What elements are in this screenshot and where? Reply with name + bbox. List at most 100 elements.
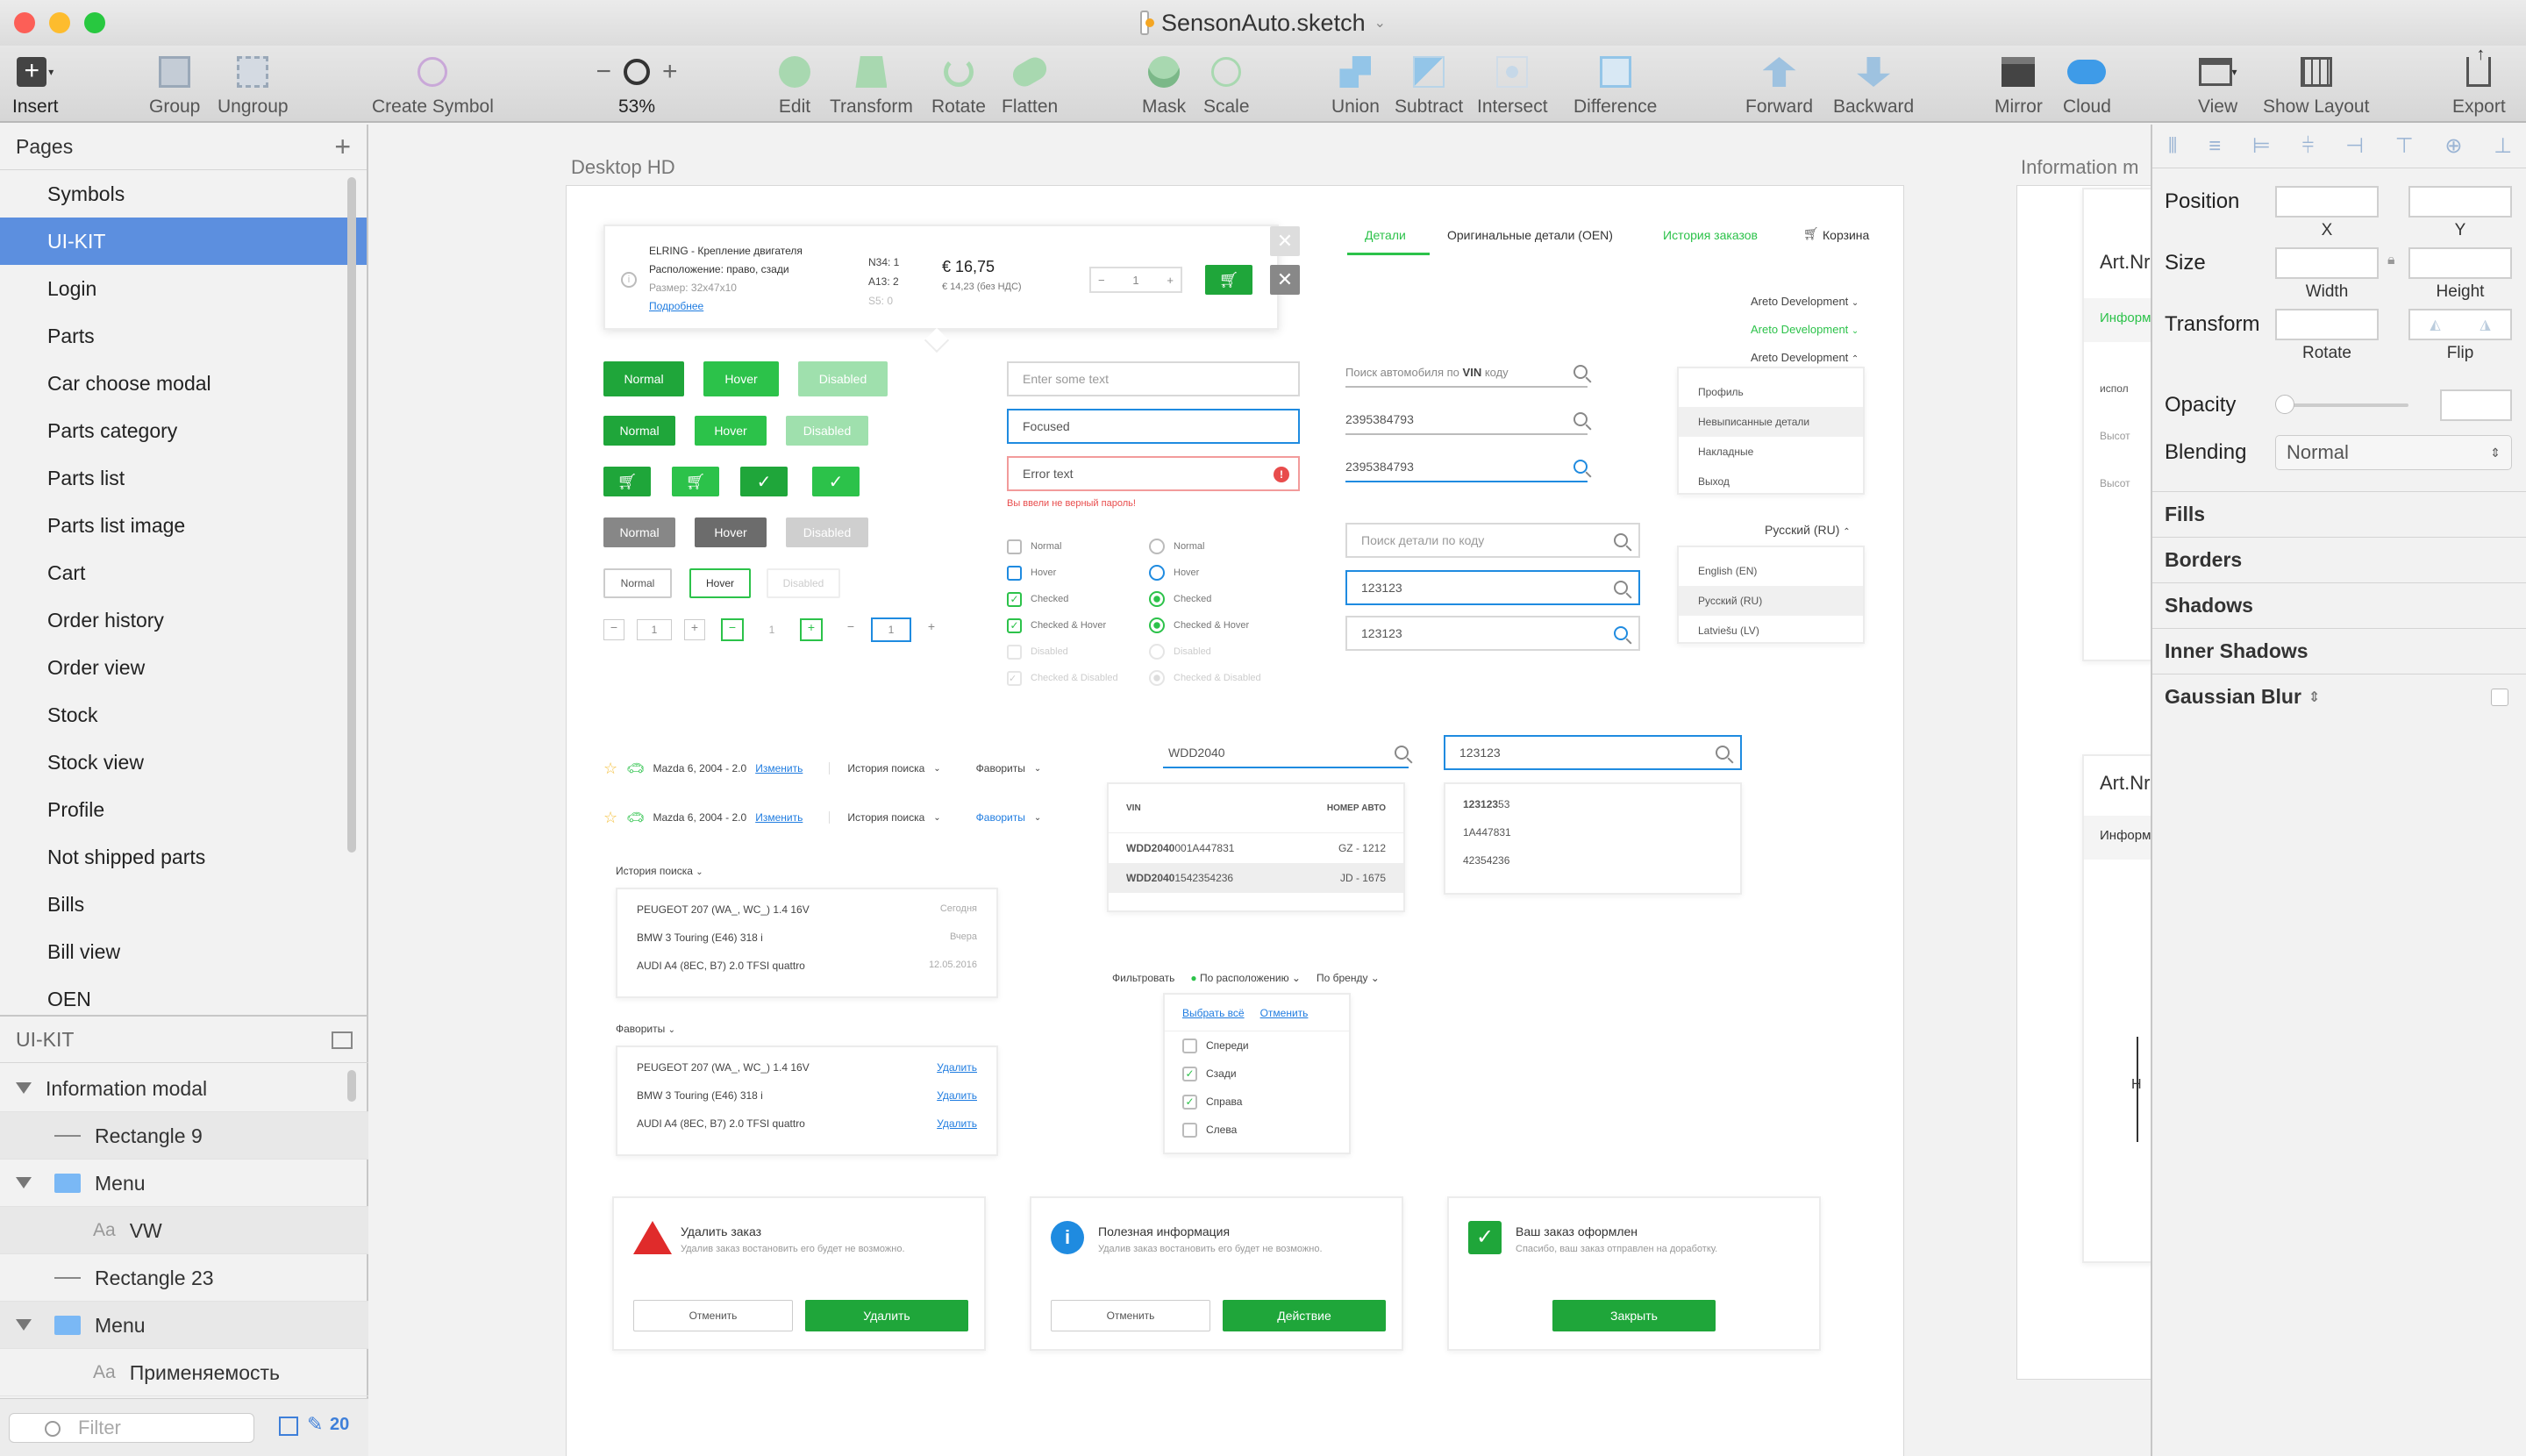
minus-icon[interactable]: − xyxy=(603,619,624,640)
hover-button[interactable]: Hover xyxy=(695,416,767,446)
align-left-icon[interactable]: ⊨ xyxy=(2252,133,2271,159)
favorites-dropdown[interactable]: Фавориты ⌄ xyxy=(616,1023,675,1035)
checkbox[interactable]: ✓ Checked & Hover xyxy=(1007,612,1138,639)
modal-primary-button[interactable]: Действие xyxy=(1223,1300,1386,1331)
page-item[interactable]: Stock view xyxy=(0,739,367,786)
quantity-stepper-hover[interactable]: − 1 + xyxy=(721,617,823,642)
tab-order-history[interactable]: История заказов xyxy=(1663,228,1758,242)
pages-list[interactable]: Symbols UI-KIT Login Parts Car choose modal P… xyxy=(0,170,367,1061)
more-link[interactable]: Подробнее xyxy=(649,297,803,316)
hover-button[interactable]: Hover xyxy=(695,517,767,547)
inspector-section-fills[interactable]: Fills xyxy=(2152,491,2526,537)
page-item[interactable]: Profile xyxy=(0,786,367,833)
inspector-section-inner-shadows[interactable]: Inner Shadows xyxy=(2152,628,2526,674)
quantity-stepper[interactable]: − 1 + xyxy=(603,617,705,642)
change-car-link[interactable]: Изменить xyxy=(755,811,803,824)
favorite-row[interactable]: PEUGEOT 207 (WA_, WC_) 1.4 16V Удалить xyxy=(637,1061,977,1089)
layer-item[interactable]: Aa VW xyxy=(0,1207,368,1254)
ungroup-button[interactable]: Ungroup xyxy=(218,46,289,123)
page-item[interactable]: Car choose modal xyxy=(0,360,367,407)
hover-button[interactable]: Hover xyxy=(689,568,751,598)
align-middle-icon[interactable]: ⊕ xyxy=(2444,133,2462,159)
close-icon[interactable]: ✕ xyxy=(1270,265,1300,295)
rotate-field[interactable] xyxy=(2275,309,2379,340)
normal-button[interactable]: Normal xyxy=(603,416,675,446)
hover-button[interactable]: Hover xyxy=(703,361,779,396)
vin-search-input[interactable]: Поиск автомобиля по VIN коду xyxy=(1345,358,1588,388)
radio-button[interactable]: Hover xyxy=(1149,560,1281,586)
tab-details[interactable]: Детали xyxy=(1365,228,1406,242)
checkbox[interactable]: Normal xyxy=(1007,533,1138,560)
checkbox[interactable]: Hover xyxy=(1007,560,1138,586)
search-icon[interactable] xyxy=(1716,746,1730,760)
code-search-input[interactable]: Поиск детали по коду xyxy=(1345,523,1640,558)
delete-link[interactable]: Удалить xyxy=(937,1089,977,1117)
group-button[interactable]: Group xyxy=(149,46,200,123)
intersect-button[interactable]: Intersect xyxy=(1477,46,1548,123)
add-page-icon[interactable]: + xyxy=(334,131,351,163)
flip-vertical-icon[interactable]: ◮ xyxy=(2480,316,2490,333)
artboard-title[interactable]: Information m xyxy=(2021,156,2139,179)
filter-by-location[interactable]: ● По расположению ⌄ xyxy=(1190,972,1301,984)
vin-result-row[interactable]: WDD2040001A447831 GZ - 1212 xyxy=(1109,833,1403,863)
star-icon[interactable]: ☆ xyxy=(603,760,617,778)
check-button[interactable]: ✓ xyxy=(812,467,860,496)
layer-item[interactable]: Menu xyxy=(0,1160,368,1207)
page-item[interactable]: Order view xyxy=(0,644,367,691)
width-field[interactable] xyxy=(2275,247,2379,279)
modal-cancel-button[interactable]: Отменить xyxy=(1051,1300,1210,1331)
align-bottom-icon[interactable]: ⊥ xyxy=(2494,133,2512,159)
flip-horizontal-icon[interactable]: ◭ xyxy=(2430,316,2440,333)
page-item[interactable]: Bills xyxy=(0,881,367,928)
text-input-error[interactable]: Error text ! xyxy=(1007,456,1300,491)
search-icon[interactable] xyxy=(1395,746,1409,760)
search-history-dropdown[interactable]: История поиска xyxy=(829,762,924,774)
page-item[interactable]: Cart xyxy=(0,549,367,596)
disabled-button[interactable]: Disabled xyxy=(798,361,888,396)
language-menu-item[interactable]: Русский (RU) xyxy=(1679,586,1863,616)
page-item[interactable]: Parts xyxy=(0,312,367,360)
delete-link[interactable]: Удалить xyxy=(937,1117,977,1146)
check-button[interactable]: ✓ xyxy=(740,467,788,496)
account-menu-item[interactable]: Накладные xyxy=(1679,437,1863,467)
disabled-button[interactable]: Disabled xyxy=(767,568,840,598)
difference-button[interactable]: Difference xyxy=(1573,46,1657,123)
history-row[interactable]: BMW 3 Touring (E46) 318 i Вчера xyxy=(637,931,977,960)
search-icon[interactable] xyxy=(1573,460,1588,474)
minus-icon[interactable]: − xyxy=(721,618,744,641)
zoom-in-icon[interactable]: + xyxy=(662,57,678,87)
page-item[interactable]: Order history xyxy=(0,596,367,644)
history-dropdown[interactable]: История поиска ⌄ xyxy=(616,865,703,877)
inspector-section-borders[interactable]: Borders xyxy=(2152,537,2526,582)
lock-icon[interactable]: 🔒︎ xyxy=(2387,253,2395,268)
radio-button[interactable]: Checked xyxy=(1149,586,1281,612)
zoom-control[interactable]: − + 53% xyxy=(584,46,689,123)
text-input[interactable]: Enter some text xyxy=(1007,361,1300,396)
normal-button[interactable]: Normal xyxy=(603,361,684,396)
artboard-title[interactable]: Desktop HD xyxy=(571,156,675,179)
height-field[interactable] xyxy=(2408,247,2512,279)
create-symbol-button[interactable]: Create Symbol xyxy=(372,46,494,123)
language-menu-item[interactable]: Latviešu (LV) xyxy=(1679,616,1863,646)
opacity-field[interactable] xyxy=(2440,389,2512,421)
checkbox[interactable]: ✓ Checked & Disabled xyxy=(1007,665,1138,691)
disabled-button[interactable]: Disabled xyxy=(786,517,868,547)
modal-close-button[interactable]: Закрыть xyxy=(1552,1300,1716,1331)
language-menu-item[interactable]: English (EN) xyxy=(1679,556,1863,586)
minus-icon[interactable]: − xyxy=(1098,274,1105,287)
inspector-section-shadows[interactable]: Shadows xyxy=(2152,582,2526,628)
align-top-icon[interactable]: ⊤ xyxy=(2395,133,2414,159)
account-dropdown-hover[interactable]: Areto Development ⌄ xyxy=(1751,323,1859,336)
layers-scrollbar[interactable] xyxy=(347,1070,356,1102)
scale-button[interactable]: Scale xyxy=(1203,46,1250,123)
tab-cart[interactable]: Корзина xyxy=(1823,228,1869,242)
favorite-row[interactable]: AUDI A4 (8EC, B7) 2.0 TFSI quattro Удалит… xyxy=(637,1117,977,1146)
position-y-field[interactable] xyxy=(2408,186,2512,218)
disclosure-triangle-icon[interactable] xyxy=(16,1177,32,1188)
pages-scrollbar[interactable] xyxy=(347,177,356,853)
search-icon[interactable] xyxy=(1614,626,1628,640)
history-row[interactable]: AUDI A4 (8EC, B7) 2.0 TFSI quattro 12.05.… xyxy=(637,960,977,988)
position-x-field[interactable] xyxy=(2275,186,2379,218)
subtract-button[interactable]: Subtract xyxy=(1395,46,1463,123)
rotate-button[interactable]: Rotate xyxy=(931,46,986,123)
